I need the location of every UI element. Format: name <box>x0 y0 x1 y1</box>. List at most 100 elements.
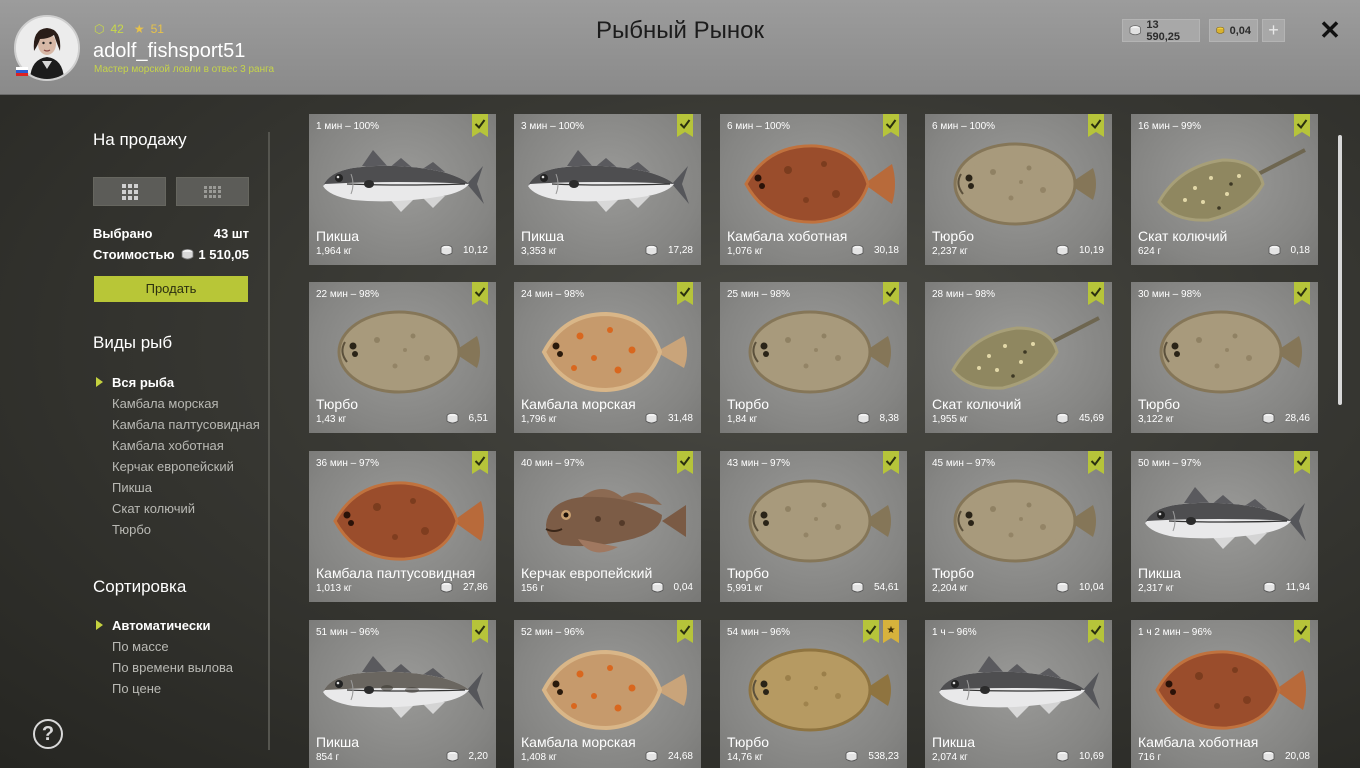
fish-name: Камбала морская <box>521 396 636 412</box>
fish-card[interactable]: 3 мин – 100% Пикша 3,353 кг 17,28 <box>514 114 701 265</box>
selected-check-icon[interactable] <box>1294 114 1310 137</box>
catch-time: 50 мин – 97% <box>1138 458 1202 469</box>
selected-check-icon[interactable] <box>1088 114 1104 137</box>
fish-weight: 5,991 кг <box>727 583 763 594</box>
price-value: 17,28 <box>667 245 693 256</box>
add-currency-button[interactable]: + <box>1262 19 1285 42</box>
selected-check-icon[interactable] <box>1088 451 1104 474</box>
selected-check-icon[interactable] <box>472 620 488 643</box>
help-button[interactable]: ? <box>33 719 63 749</box>
fish-card[interactable]: 52 мин – 96% Камбала морская 1,408 кг 24… <box>514 620 701 768</box>
grid-scrollbar[interactable] <box>1338 135 1342 405</box>
silver-coin-icon <box>1262 412 1275 425</box>
fish-image <box>933 475 1104 567</box>
fish-card[interactable]: 43 мин – 97% Тюрбо 5,991 кг 54,61 <box>720 451 907 602</box>
selected-check-icon[interactable] <box>472 114 488 137</box>
selected-check-icon[interactable] <box>677 620 693 643</box>
fish-price: 45,69 <box>1056 412 1104 425</box>
species-filter-item[interactable]: Скат колючий <box>94 502 260 516</box>
species-filter-item[interactable]: Тюрбо <box>94 523 260 537</box>
sort-option-label: По массе <box>112 639 169 654</box>
fish-card[interactable]: 6 мин – 100% Тюрбо 2,237 кг 10,19 <box>925 114 1112 265</box>
fish-card[interactable]: 28 мин – 98% Скат колючий 1,955 кг 45,69 <box>925 282 1112 433</box>
selected-check-icon[interactable] <box>883 451 899 474</box>
sell-button[interactable]: Продать <box>94 276 248 302</box>
fish-price: 0,18 <box>1268 244 1310 257</box>
selected-check-icon[interactable] <box>677 451 693 474</box>
fish-card[interactable]: 1 ч – 96% Пикша 2,074 кг 10,69 <box>925 620 1112 768</box>
fish-image <box>933 644 1104 736</box>
fish-image <box>933 138 1104 230</box>
fish-price: 27,86 <box>440 581 488 594</box>
silver-coin-icon <box>651 581 664 594</box>
silver-coin-icon <box>645 750 658 763</box>
fish-name: Пикша <box>521 228 565 244</box>
fish-price: 8,38 <box>857 412 899 425</box>
fish-card[interactable]: 54 мин – 96% ★ Тюрбо 14,76 кг 538,23 <box>720 620 907 768</box>
fish-card[interactable]: 45 мин – 97% Тюрбо 2,204 кг 10,04 <box>925 451 1112 602</box>
fish-card[interactable]: 40 мин – 97% Керчак европейский 156 г 0,… <box>514 451 701 602</box>
fish-card[interactable]: 24 мин – 98% Камбала морская 1,796 кг 31… <box>514 282 701 433</box>
small-grid-view-button[interactable] <box>176 177 249 206</box>
sort-option-item[interactable]: По массе <box>94 640 233 654</box>
species-filter-item[interactable]: Камбала палтусовидная <box>94 418 260 432</box>
close-button[interactable]: ✕ <box>1317 16 1343 44</box>
large-grid-view-button[interactable] <box>93 177 166 206</box>
fish-card[interactable]: 25 мин – 98% Тюрбо 1,84 кг 8,38 <box>720 282 907 433</box>
fish-card[interactable]: 30 мин – 98% Тюрбо 3,122 кг 28,46 <box>1131 282 1318 433</box>
gold-coin-icon <box>1216 26 1225 34</box>
catch-time: 51 мин – 96% <box>316 627 380 638</box>
fish-card[interactable]: 50 мин – 97% Пикша 2,317 кг 11,94 <box>1131 451 1318 602</box>
fish-image <box>317 138 488 230</box>
species-filter-item[interactable]: Пикша <box>94 481 260 495</box>
selected-check-icon[interactable] <box>472 451 488 474</box>
fish-card[interactable]: 36 мин – 97% Камбала палтусовидная 1,013… <box>309 451 496 602</box>
fish-price: 2,20 <box>446 750 488 763</box>
price-value: 54,61 <box>873 582 899 593</box>
fish-price: 30,18 <box>851 244 899 257</box>
price-value: 2,20 <box>468 751 488 762</box>
fish-weight: 2,204 кг <box>932 583 968 594</box>
fish-weight: 14,76 кг <box>727 752 763 763</box>
price-value: 28,46 <box>1284 413 1310 424</box>
fish-card[interactable]: 1 ч 2 мин – 96% Камбала хоботная 716 г 2… <box>1131 620 1318 768</box>
selected-check-icon[interactable] <box>472 282 488 305</box>
fish-card[interactable]: 51 мин – 96% Пикша 854 г 2,20 <box>309 620 496 768</box>
selected-check-icon[interactable] <box>1294 620 1310 643</box>
fish-price: 10,19 <box>1056 244 1104 257</box>
selected-check-icon[interactable] <box>863 620 879 643</box>
fish-image <box>1139 475 1310 567</box>
silver-coin-icon <box>1056 581 1069 594</box>
sort-option-label: Автоматически <box>112 618 211 633</box>
fish-weight: 2,237 кг <box>932 246 968 257</box>
fish-price: 11,94 <box>1263 581 1310 594</box>
fish-name: Пикша <box>316 228 360 244</box>
species-filter-item[interactable]: Камбала морская <box>94 397 260 411</box>
fish-weight: 624 г <box>1138 246 1162 257</box>
selected-check-icon[interactable] <box>883 114 899 137</box>
sort-option-item[interactable]: По цене <box>94 682 233 696</box>
selected-check-icon[interactable] <box>677 282 693 305</box>
species-filter-item[interactable]: Керчак европейский <box>94 460 260 474</box>
sort-title: Сортировка <box>93 577 187 596</box>
fish-image <box>317 306 488 398</box>
fish-weight: 1,013 кг <box>316 583 352 594</box>
fish-price: 28,46 <box>1262 412 1310 425</box>
fish-card[interactable]: 16 мин – 99% Скат колючий 624 г 0,18 <box>1131 114 1318 265</box>
fish-price: 20,08 <box>1262 750 1310 763</box>
fish-card[interactable]: 1 мин – 100% Пикша 1,964 кг 10,12 <box>309 114 496 265</box>
selected-check-icon[interactable] <box>883 282 899 305</box>
sort-option-item[interactable]: Автоматически <box>94 619 233 633</box>
species-filter-item[interactable]: Камбала хоботная <box>94 439 260 453</box>
selected-check-icon[interactable] <box>1088 620 1104 643</box>
silver-coin-icon <box>1056 244 1069 257</box>
fish-card[interactable]: 6 мин – 100% Камбала хоботная 1,076 кг 3… <box>720 114 907 265</box>
selected-check-icon[interactable] <box>1294 451 1310 474</box>
sort-option-item[interactable]: По времени вылова <box>94 661 233 675</box>
fish-name: Тюрбо <box>932 228 975 244</box>
fish-card[interactable]: 22 мин – 98% Тюрбо 1,43 кг 6,51 <box>309 282 496 433</box>
species-filter-item[interactable]: Вся рыба <box>94 376 260 390</box>
selected-check-icon[interactable] <box>677 114 693 137</box>
selected-check-icon[interactable] <box>1294 282 1310 305</box>
selected-check-icon[interactable] <box>1088 282 1104 305</box>
